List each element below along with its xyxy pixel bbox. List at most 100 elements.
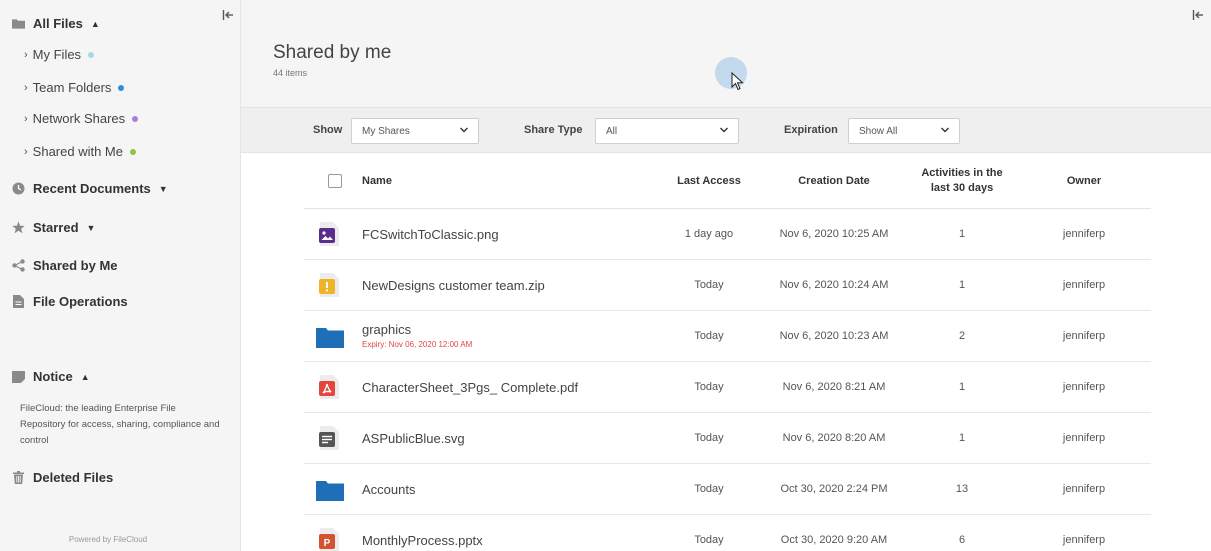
show-filter-label: Show xyxy=(313,124,343,136)
file-name[interactable]: FCSwitchToClassic.png xyxy=(362,227,499,242)
table-row[interactable]: P MonthlyProcess.pptx Today Oct 30, 2020… xyxy=(304,515,1151,551)
sidebar-item-shared-by-me[interactable]: Shared by Me xyxy=(12,258,118,273)
last-access-cell: Today xyxy=(694,279,724,291)
column-header-owner[interactable]: Owner xyxy=(1054,174,1114,189)
creation-date-cell: Oct 30, 2020 2:24 PM xyxy=(780,483,888,495)
caret-down-icon: ▼ xyxy=(158,183,168,194)
table-row[interactable]: FCSwitchToClassic.png 1 day ago Nov 6, 2… xyxy=(304,209,1151,260)
chevron-right-icon: › xyxy=(24,81,28,94)
page-title: Shared by me xyxy=(273,42,392,63)
file-name[interactable]: ASPublicBlue.svg xyxy=(362,431,465,446)
collapse-right-panel-icon[interactable] xyxy=(1187,4,1209,26)
table-row[interactable]: graphics Expiry: Nov 06, 2020 12:00 AM T… xyxy=(304,311,1151,362)
column-header-activities[interactable]: Activities in the last 30 days xyxy=(902,166,1022,196)
sidebar-item-shared-with-me[interactable]: › Shared with Me xyxy=(24,144,136,159)
mouse-cursor-icon xyxy=(731,72,744,91)
chevron-right-icon: › xyxy=(24,112,28,125)
sidebar-item-file-operations[interactable]: File Operations xyxy=(12,294,128,309)
status-dot xyxy=(130,148,136,155)
sidebar-item-network-shares[interactable]: › Network Shares xyxy=(24,111,139,126)
activities-cell: 6 xyxy=(958,534,966,546)
activities-cell: 1 xyxy=(958,381,966,393)
creation-date-cell: Nov 6, 2020 10:25 AM xyxy=(779,228,889,240)
folder-icon xyxy=(316,325,344,351)
last-access-cell: Today xyxy=(694,330,724,342)
caret-up-icon: ▲ xyxy=(90,18,100,29)
sidebar-item-starred[interactable]: Starred ▼ xyxy=(12,220,95,235)
table-row[interactable]: CharacterSheet_3Pgs_ Complete.pdf Today … xyxy=(304,362,1151,413)
file-name[interactable]: NewDesigns customer team.zip xyxy=(362,278,545,293)
folder-icon xyxy=(316,478,344,504)
caret-up-icon: ▲ xyxy=(80,371,90,382)
chevron-down-icon xyxy=(459,125,469,138)
last-access-cell: Today xyxy=(694,432,724,444)
owner-cell: jenniferp xyxy=(1062,432,1106,444)
filter-bar: Show My Shares Share Type All Expiration… xyxy=(241,107,1211,153)
column-header-last-access[interactable]: Last Access xyxy=(664,174,754,189)
expiration-filter-value: Show All xyxy=(859,125,898,137)
sidebar-item-team-folders[interactable]: › Team Folders xyxy=(24,80,125,95)
image-file-icon xyxy=(316,221,342,247)
owner-cell: jenniferp xyxy=(1062,330,1106,342)
note-icon xyxy=(12,370,25,383)
collapse-sidebar-icon[interactable] xyxy=(217,4,239,26)
zip-file-icon xyxy=(316,272,342,298)
sidebar-item-recent-documents[interactable]: Recent Documents ▼ xyxy=(12,181,168,196)
sidebar-item-label: File Operations xyxy=(33,294,128,309)
owner-cell: jenniferp xyxy=(1062,483,1106,495)
file-name[interactable]: graphics xyxy=(362,322,411,337)
activities-header-line2: last 30 days xyxy=(930,182,994,194)
column-header-name[interactable]: Name xyxy=(362,174,392,189)
main-content: Shared by me 44 items Show My Shares Sha… xyxy=(241,0,1211,551)
page-header: Shared by me 44 items xyxy=(241,0,1211,107)
creation-date-cell: Nov 6, 2020 10:24 AM xyxy=(779,279,889,291)
powered-by-text: Powered by FileCloud xyxy=(68,535,148,544)
document-file-icon xyxy=(316,425,342,451)
show-filter-value: My Shares xyxy=(362,125,410,137)
activities-cell: 13 xyxy=(955,483,969,495)
trash-icon xyxy=(12,471,25,484)
share-icon xyxy=(12,259,25,272)
activities-cell: 1 xyxy=(958,228,966,240)
owner-cell: jenniferp xyxy=(1062,534,1106,546)
creation-date-cell: Nov 6, 2020 10:23 AM xyxy=(779,330,889,342)
file-name[interactable]: CharacterSheet_3Pgs_ Complete.pdf xyxy=(362,380,578,395)
chevron-right-icon: › xyxy=(24,145,28,158)
sidebar-item-my-files[interactable]: › My Files xyxy=(24,47,95,62)
expiration-filter-select[interactable]: Show All xyxy=(848,118,960,144)
chevron-right-icon: › xyxy=(24,48,28,61)
table-row[interactable]: Accounts Today Oct 30, 2020 2:24 PM 13 j… xyxy=(304,464,1151,515)
table-row[interactable]: NewDesigns customer team.zip Today Nov 6… xyxy=(304,260,1151,311)
table-row[interactable]: ASPublicBlue.svg Today Nov 6, 2020 8:20 … xyxy=(304,413,1151,464)
file-name[interactable]: MonthlyProcess.pptx xyxy=(362,533,483,548)
sidebar-item-label: Recent Documents xyxy=(33,181,151,196)
chevron-down-icon xyxy=(940,125,950,138)
last-access-cell: 1 day ago xyxy=(684,228,734,240)
svg-text:P: P xyxy=(324,538,331,549)
select-all-checkbox[interactable] xyxy=(328,174,342,188)
expiry-text: Expiry: Nov 06, 2020 12:00 AM xyxy=(362,340,473,349)
owner-cell: jenniferp xyxy=(1062,228,1106,240)
last-access-cell: Today xyxy=(694,483,724,495)
pdf-file-icon xyxy=(316,374,342,400)
caret-down-icon: ▼ xyxy=(86,222,96,233)
creation-date-cell: Nov 6, 2020 8:20 AM xyxy=(782,432,886,444)
share-type-filter-select[interactable]: All xyxy=(595,118,739,144)
sidebar-item-label: Notice xyxy=(33,369,73,384)
sidebar-item-deleted-files[interactable]: Deleted Files xyxy=(12,470,113,485)
sidebar-item-all-files[interactable]: All Files ▲ xyxy=(12,16,100,31)
owner-cell: jenniferp xyxy=(1062,279,1106,291)
activities-header-line1: Activities in the xyxy=(921,167,1003,179)
share-type-filter-value: All xyxy=(606,125,618,137)
sidebar-item-notice[interactable]: Notice ▲ xyxy=(12,369,90,384)
show-filter-select[interactable]: My Shares xyxy=(351,118,479,144)
sidebar-item-label: Team Folders xyxy=(32,80,112,95)
status-dot xyxy=(132,115,139,122)
file-name[interactable]: Accounts xyxy=(362,482,415,497)
folder-icon xyxy=(12,17,25,30)
star-icon xyxy=(12,221,25,234)
sidebar-item-label: Deleted Files xyxy=(33,470,114,485)
file-icon xyxy=(12,295,25,308)
column-header-creation-date[interactable]: Creation Date xyxy=(774,174,894,189)
owner-cell: jenniferp xyxy=(1062,381,1106,393)
